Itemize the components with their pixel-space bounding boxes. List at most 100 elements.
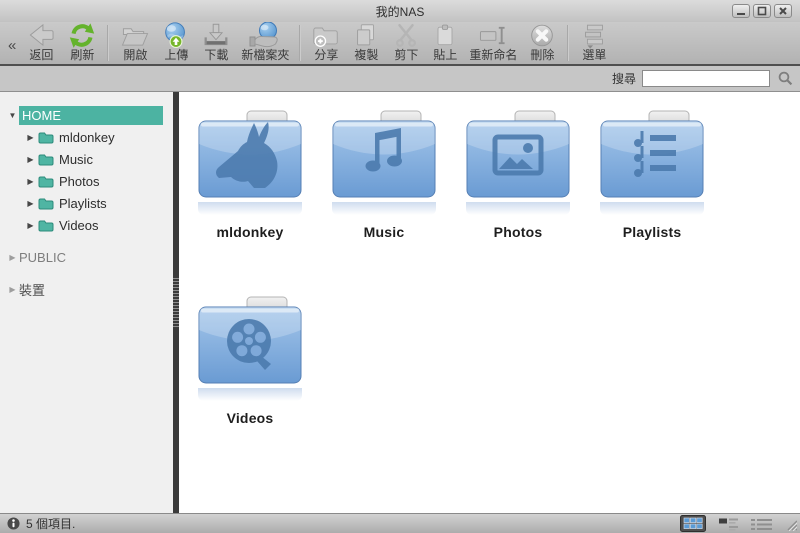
folder-icon [38, 153, 54, 166]
paste-icon [431, 22, 459, 49]
sidebar-item-public[interactable]: ▶ PUBLIC [0, 247, 173, 268]
refresh-button[interactable]: 刷新 [62, 22, 102, 64]
sidebar-item-photos[interactable]: ▶ Photos [0, 171, 173, 192]
main-area: ▼ HOME ▶ mldonkey ▶ Music ▶ Photos ▶ [0, 92, 800, 513]
refresh-icon [67, 22, 97, 49]
upload-button[interactable]: 上傳 [156, 22, 196, 64]
detail-view-icon [751, 517, 772, 531]
file-manager-window: 我的NAS « 返回 [0, 0, 800, 533]
minimize-button[interactable] [732, 4, 750, 18]
folder-item-music[interactable]: Music [317, 106, 451, 292]
chevron-right-icon[interactable]: ▶ [6, 285, 19, 294]
download-button[interactable]: 下載 [196, 22, 236, 64]
search-button[interactable] [776, 70, 794, 88]
detail-view-button[interactable] [751, 517, 772, 531]
copy-button[interactable]: 複製 [346, 22, 386, 64]
search-input[interactable] [642, 70, 770, 87]
sidebar-item-label: Videos [59, 218, 99, 233]
folder-icon [38, 175, 54, 188]
share-button[interactable]: 分享 [306, 22, 346, 64]
icon-reflection [198, 202, 302, 215]
close-button[interactable] [774, 4, 792, 18]
list-view-button[interactable] [718, 517, 739, 531]
folder-name: Videos [227, 410, 274, 426]
sidebar-item-devices[interactable]: ▶ 裝置 [0, 279, 173, 300]
chevron-right-icon[interactable]: ▶ [24, 133, 37, 142]
status-bar: 5 個項目. [0, 513, 800, 533]
file-grid: mldonkey Music [179, 92, 800, 513]
folder-name: Photos [494, 224, 543, 240]
folder-icon [38, 197, 54, 210]
chevron-down-icon[interactable]: ▼ [6, 111, 19, 120]
upload-icon [161, 21, 191, 49]
chevron-right-icon[interactable]: ▶ [24, 221, 37, 230]
folder-icon [38, 219, 54, 232]
maximize-icon [757, 6, 767, 16]
search-bar: 搜尋 [0, 66, 800, 92]
info-icon [7, 517, 20, 530]
folder-item-videos[interactable]: Videos [183, 292, 317, 478]
resize-grip[interactable] [784, 517, 797, 531]
back-icon [25, 22, 57, 49]
sidebar-item-label: PUBLIC [19, 250, 66, 265]
menu-button[interactable]: 選單 [574, 22, 614, 64]
folder-tree: ▼ HOME ▶ mldonkey ▶ Music ▶ Photos ▶ [0, 92, 173, 513]
titlebar: 我的NAS [0, 0, 800, 22]
videos-folder-icon [197, 295, 303, 387]
window-controls [732, 4, 792, 18]
mldonkey-folder-icon [197, 109, 303, 201]
cut-button[interactable]: 剪下 [386, 22, 426, 64]
sidebar-item-playlists[interactable]: ▶ Playlists [0, 193, 173, 214]
item-count: 5 個項目. [26, 515, 75, 532]
toolbar-group-file: 開啟 上傳 [114, 22, 294, 64]
chevron-right-icon[interactable]: ▶ [24, 155, 37, 164]
menu-icon [579, 22, 609, 49]
rename-button[interactable]: 重新命名 [464, 22, 522, 64]
toolbar-separator [567, 25, 569, 61]
folder-item-playlists[interactable]: Playlists [585, 106, 719, 292]
new-folder-icon [249, 21, 281, 49]
sidebar-item-mldonkey[interactable]: ▶ mldonkey [0, 127, 173, 148]
sidebar-item-label: Music [59, 152, 93, 167]
sidebar-item-label: HOME [19, 106, 163, 125]
thumbnail-view-button[interactable] [680, 515, 706, 532]
sidebar-item-music[interactable]: ▶ Music [0, 149, 173, 170]
chevron-right-icon[interactable]: ▶ [24, 199, 37, 208]
sidebar-item-videos[interactable]: ▶ Videos [0, 215, 173, 236]
open-button[interactable]: 開啟 [114, 22, 156, 64]
playlists-folder-icon [599, 109, 705, 201]
rename-icon [477, 22, 509, 49]
paste-button[interactable]: 貼上 [426, 22, 464, 64]
close-icon [778, 6, 788, 16]
collapse-toolbar-button[interactable]: « [8, 41, 16, 51]
chevron-right-icon[interactable]: ▶ [24, 177, 37, 186]
icon-reflection [466, 202, 570, 215]
maximize-button[interactable] [753, 4, 771, 18]
minimize-icon [736, 6, 746, 16]
sidebar-item-label: Playlists [59, 196, 107, 211]
toolbar-separator [107, 25, 109, 61]
back-button[interactable]: 返回 [20, 22, 62, 64]
sidebar-item-label: mldonkey [59, 130, 115, 145]
folder-icon [38, 131, 54, 144]
toolbar-group-edit: 分享 複製 剪下 [306, 22, 562, 64]
icon-reflection [600, 202, 704, 215]
window-title: 我的NAS [376, 3, 425, 20]
folder-name: mldonkey [217, 224, 284, 240]
download-icon [201, 22, 231, 49]
list-view-icon [718, 517, 739, 531]
share-icon [311, 22, 341, 49]
folder-item-mldonkey[interactable]: mldonkey [183, 106, 317, 292]
sidebar-item-label: 裝置 [19, 280, 45, 299]
folder-item-photos[interactable]: Photos [451, 106, 585, 292]
copy-icon [351, 22, 381, 49]
new-folder-button[interactable]: 新檔案夾 [236, 22, 294, 64]
sidebar-item-home[interactable]: ▼ HOME [0, 105, 173, 126]
delete-button[interactable]: 刪除 [522, 22, 562, 64]
delete-icon [527, 22, 557, 49]
toolbar-group-menu: 選單 [574, 22, 614, 64]
thumbnail-view-icon [680, 515, 706, 532]
search-label: 搜尋 [612, 70, 636, 87]
toolbar: « 返回 刷新 [0, 22, 800, 66]
chevron-right-icon[interactable]: ▶ [6, 253, 19, 262]
